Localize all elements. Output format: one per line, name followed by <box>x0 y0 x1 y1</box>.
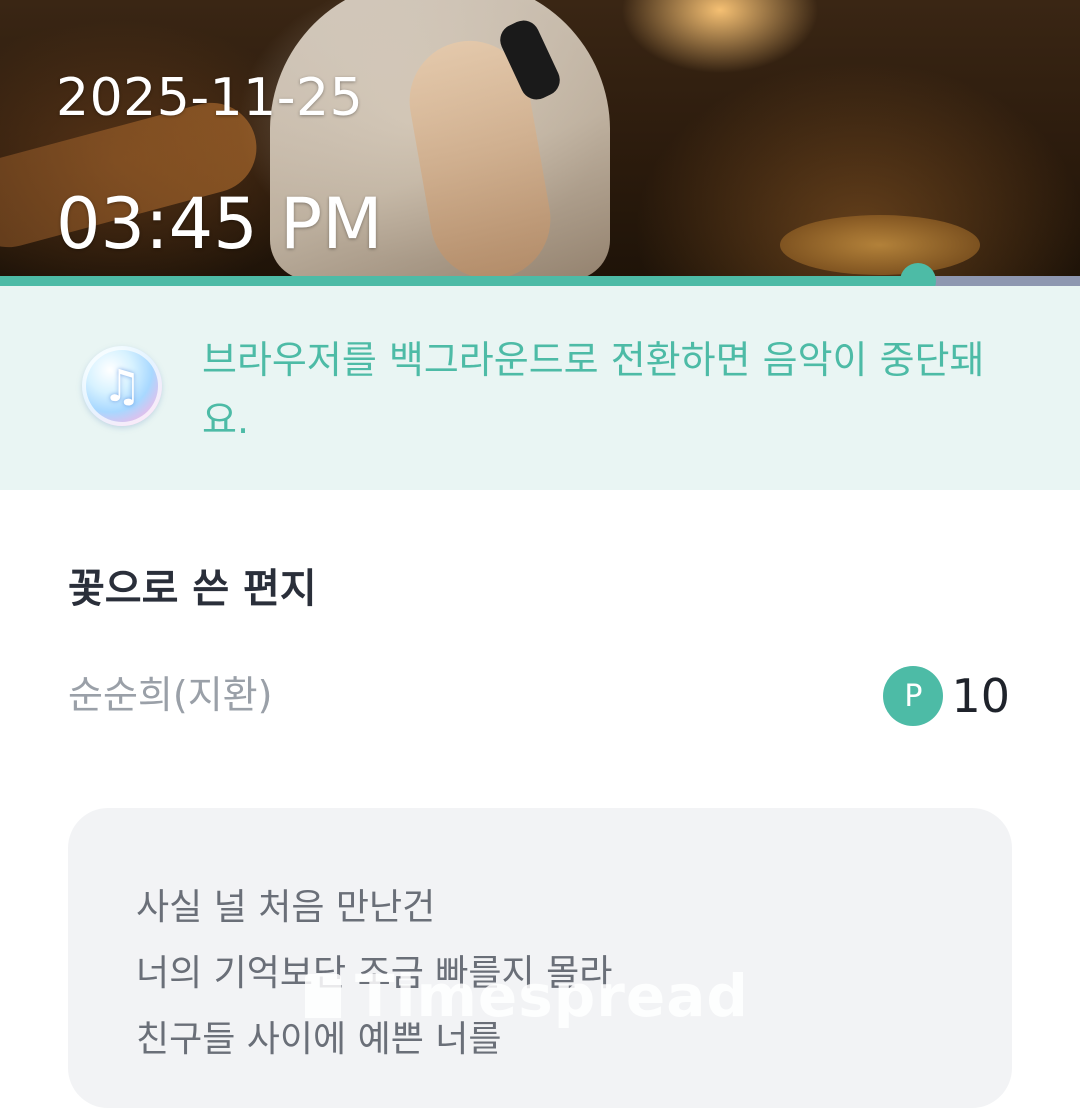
music-note-icon: ♫ <box>82 346 162 426</box>
watermark: Timespread <box>305 962 749 1030</box>
lyrics-line: 사실 널 처음 만난건 <box>136 887 436 928</box>
date-overlay: 2025-11-25 <box>56 68 364 128</box>
points-display: P 10 <box>883 666 1010 726</box>
points-badge-icon: P <box>883 666 944 726</box>
watermark-text: Timespread <box>355 962 749 1030</box>
progress-fill <box>0 276 918 286</box>
notice-text: 브라우저를 백그라운드로 전환하면 음악이 중단돼요. <box>202 338 985 442</box>
watermark-logo-icon <box>305 974 341 1018</box>
time-overlay: 03:45 PM <box>56 183 383 265</box>
drum-background <box>780 215 980 275</box>
points-value: 10 <box>951 669 1010 723</box>
song-artist: 순순희(지환) <box>68 673 273 717</box>
song-title: 꽃으로 쓴 편지 <box>68 566 317 612</box>
